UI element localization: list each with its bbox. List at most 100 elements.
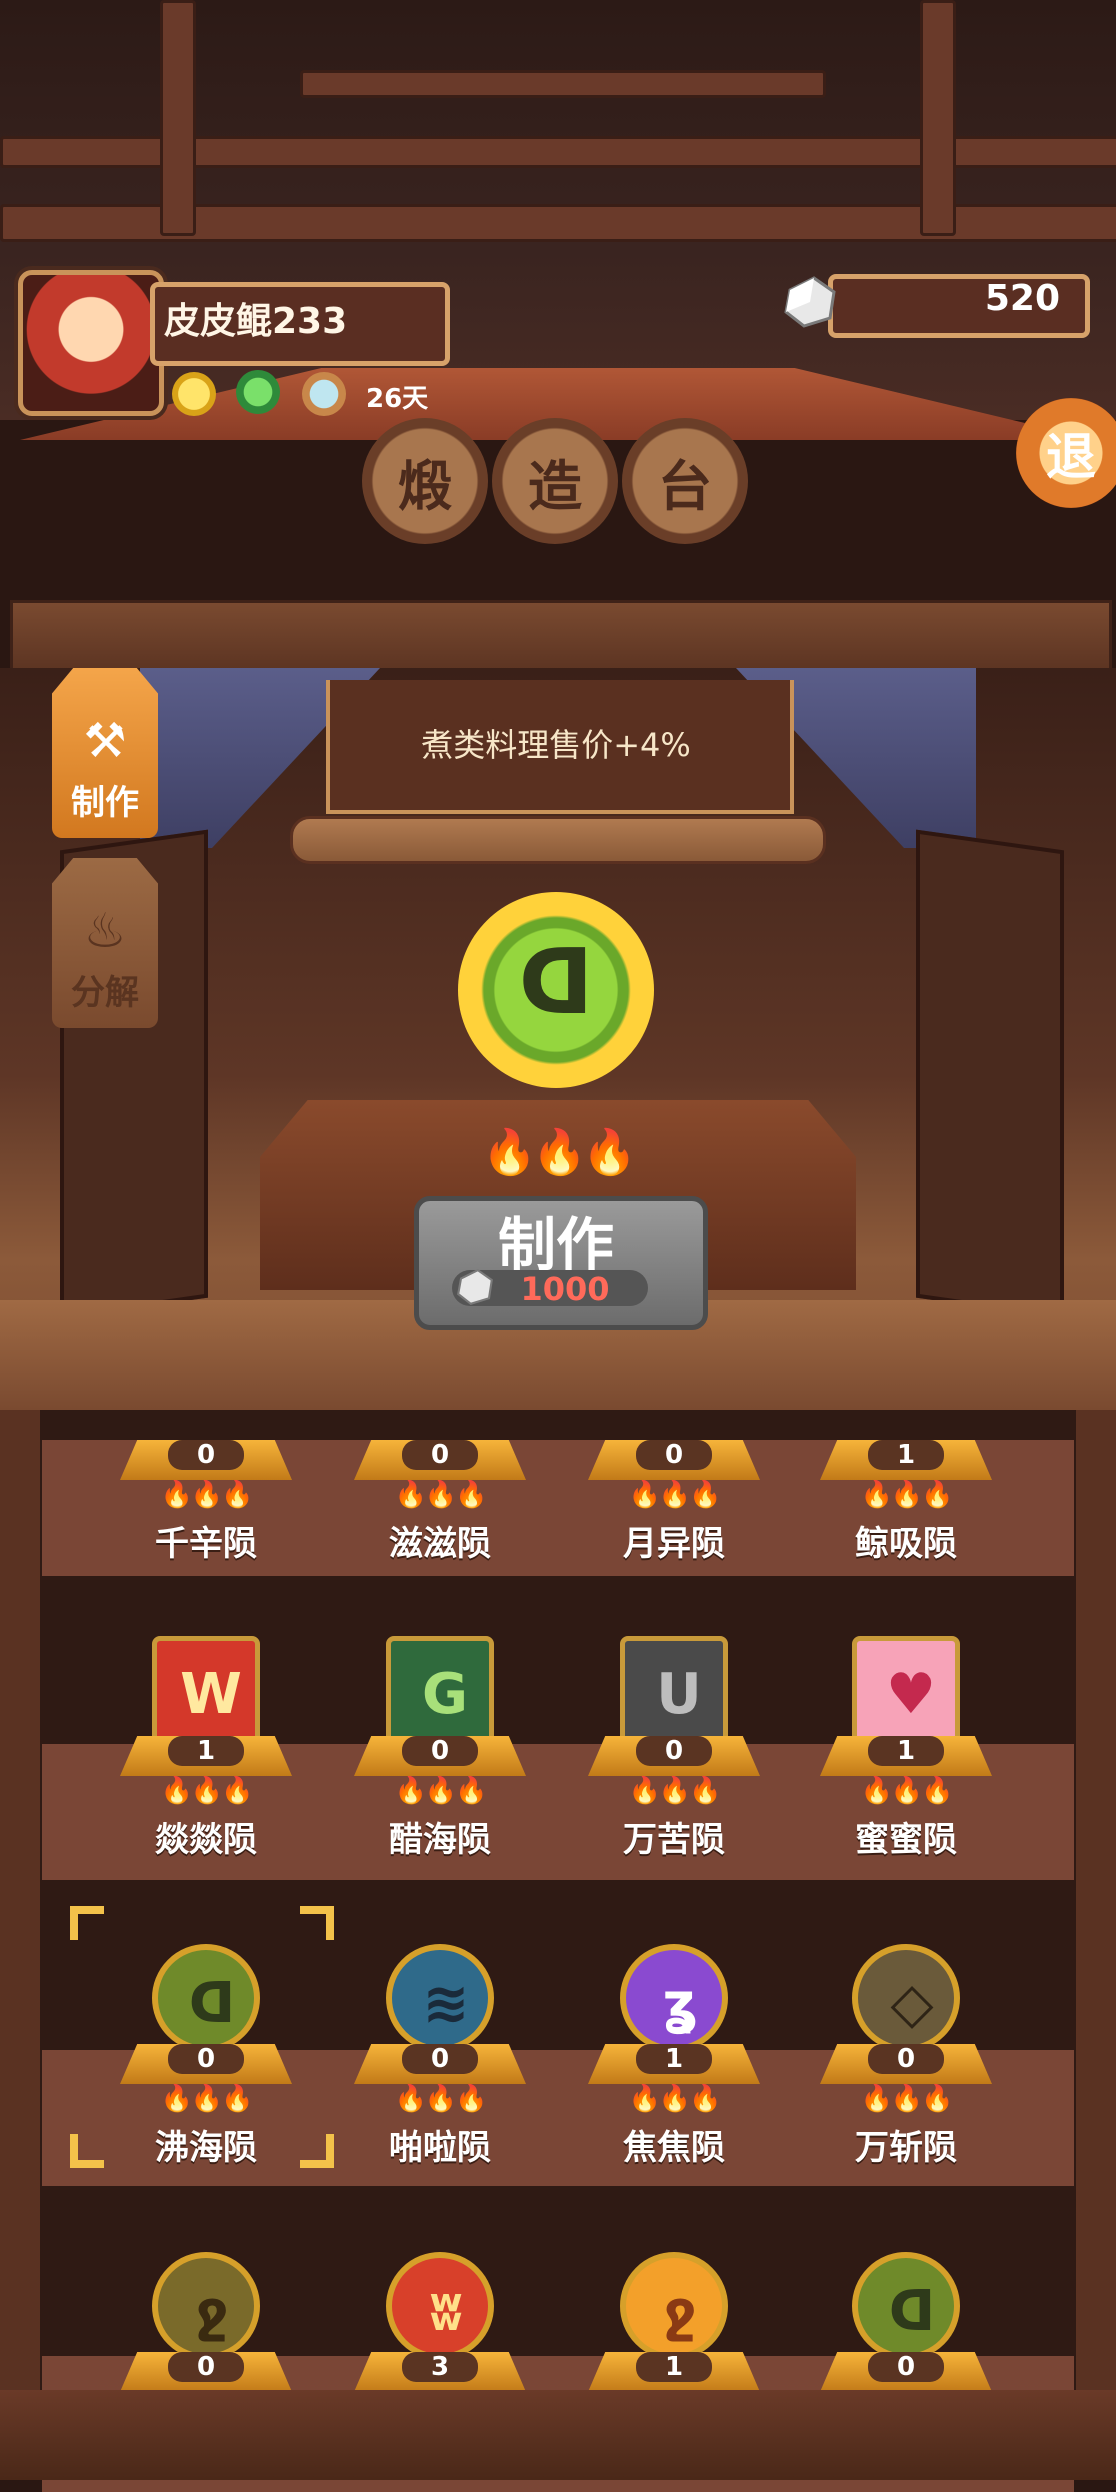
item-glyph: ʓ — [662, 1971, 698, 2036]
item-slot[interactable]: ʓ 1 🔥🔥🔥 焦焦陨 — [574, 1944, 774, 2174]
item-count: 0 — [868, 2044, 944, 2074]
title-token: 煅 — [362, 418, 488, 544]
item-fire-level: 🔥🔥🔥 — [160, 2084, 253, 2114]
item-slot[interactable]: ᗡ 0 🔥🔥🔥 沸海陨 — [70, 1906, 334, 2174]
tab-make-label: 制作 — [71, 783, 139, 823]
item-name: 万斩陨 — [855, 2128, 957, 2168]
item-icon: ◇ — [852, 1944, 960, 2052]
selection-corner — [70, 1906, 104, 1940]
item-fire-level: 🔥🔥🔥 — [160, 1776, 253, 1806]
bonus-scroll-bar — [290, 816, 826, 864]
item-count: 3 — [402, 2352, 478, 2382]
selected-item-glyph: ᗡ — [518, 930, 594, 1035]
item-count: 1 — [636, 2044, 712, 2074]
coin-buff-icon[interactable] — [172, 372, 216, 416]
item-icon: ♥ — [852, 1636, 960, 1744]
item-count: 0 — [168, 1440, 244, 1470]
item-icon: ᗡ — [152, 1944, 260, 2052]
buff-days-remaining: 26天 — [366, 384, 429, 414]
grid-frame-left — [0, 1410, 40, 2480]
item-count: 0 — [168, 2044, 244, 2074]
item-slot[interactable]: 0 🔥🔥🔥 滋滋陨 — [340, 1340, 540, 1570]
selection-corner — [70, 2134, 104, 2168]
item-count: 1 — [636, 2352, 712, 2382]
ceiling-post — [920, 0, 956, 236]
bowl-buff-icon[interactable] — [302, 372, 346, 416]
item-name: 万苦陨 — [623, 1820, 725, 1860]
item-name: 焦焦陨 — [623, 2128, 725, 2168]
fire-level-icon: 🔥 — [482, 1127, 537, 1178]
item-slot[interactable]: W 1 🔥🔥🔥 燚燚陨 — [106, 1636, 306, 1866]
player-avatar[interactable] — [18, 270, 164, 416]
item-name: 啪啦陨 — [389, 2128, 491, 2168]
item-fire-level: 🔥🔥🔥 — [628, 1480, 721, 1510]
item-name: 千辛陨 — [155, 1524, 257, 1564]
item-icon: ʬ — [386, 2252, 494, 2360]
item-icon: U — [620, 1636, 728, 1744]
item-glyph: W — [180, 1662, 242, 1727]
item-fire-level: 🔥🔥🔥 — [628, 2084, 721, 2114]
item-slot[interactable]: G 0 🔥🔥🔥 醋海陨 — [340, 1636, 540, 1866]
item-count: 0 — [168, 2352, 244, 2382]
roof-lintel — [10, 600, 1112, 674]
item-name: 鲸吸陨 — [855, 1524, 957, 1564]
tab-make[interactable]: ⚒ 制作 — [52, 668, 158, 838]
item-count: 0 — [402, 1440, 478, 1470]
item-count: 0 — [402, 1736, 478, 1766]
item-glyph: ♥ — [885, 1662, 937, 1727]
item-fire-level: 🔥🔥🔥 — [860, 1776, 953, 1806]
item-icon: ջ — [152, 2252, 260, 2360]
item-count: 1 — [168, 1736, 244, 1766]
item-name: 滋滋陨 — [389, 1524, 491, 1564]
bottom-frame — [0, 2390, 1116, 2480]
item-fire-level: 🔥🔥🔥 — [394, 1480, 487, 1510]
title-token: 造 — [492, 418, 618, 544]
grid-frame-right — [1076, 1410, 1116, 2480]
item-glyph: G — [422, 1662, 468, 1727]
item-glyph: ʬ — [429, 2279, 463, 2344]
item-name: 月异陨 — [623, 1524, 725, 1564]
item-glyph: ᗡ — [888, 2279, 936, 2344]
item-name: 蜜蜜陨 — [855, 1820, 957, 1860]
stone-icon — [784, 276, 836, 328]
item-slot[interactable]: U 0 🔥🔥🔥 万苦陨 — [574, 1636, 774, 1866]
item-icon: G — [386, 1636, 494, 1744]
bonus-text: 煮类料理售价+4% — [421, 726, 691, 764]
item-fire-level: 🔥🔥🔥 — [160, 1480, 253, 1510]
item-name: 醋海陨 — [389, 1820, 491, 1860]
item-slot[interactable]: ♥ 1 🔥🔥🔥 蜜蜜陨 — [806, 1636, 1006, 1866]
item-fire-level: 🔥🔥🔥 — [394, 1776, 487, 1806]
exit-button[interactable]: 退 — [1016, 398, 1116, 508]
player-name: 皮皮鲲233 — [164, 301, 348, 342]
craft-cost: 1000 — [520, 1270, 610, 1308]
item-slot[interactable]: ≋ 0 🔥🔥🔥 啪啦陨 — [340, 1944, 540, 2174]
tab-decompose[interactable]: ♨ 分解 — [52, 858, 158, 1028]
item-glyph: ≋ — [422, 1971, 470, 2036]
item-icon: ջ — [620, 2252, 728, 2360]
item-glyph: ◇ — [890, 1971, 934, 2036]
item-slot[interactable]: 0 🔥🔥🔥 千辛陨 — [106, 1340, 306, 1570]
jade-buff-icon[interactable] — [236, 370, 280, 414]
item-fire-level: 🔥🔥🔥 — [860, 2084, 953, 2114]
item-count: 0 — [636, 1736, 712, 1766]
item-slot[interactable]: 0 🔥🔥🔥 月异陨 — [574, 1340, 774, 1570]
title-token: 台 — [622, 418, 748, 544]
item-glyph: ᗡ — [188, 1971, 236, 2036]
item-icon: ʓ — [620, 1944, 728, 2052]
item-slot[interactable]: 1 🔥🔥🔥 鲸吸陨 — [806, 1340, 1006, 1570]
item-fire-level: 🔥🔥🔥 — [628, 1776, 721, 1806]
item-slot[interactable]: ◇ 0 🔥🔥🔥 万斩陨 — [806, 1944, 1006, 2174]
ceiling-post — [160, 0, 196, 236]
selection-corner — [300, 1906, 334, 1940]
stone-icon — [457, 1268, 493, 1305]
right-door — [916, 829, 1064, 1319]
item-count: 0 — [636, 1440, 712, 1470]
item-name: 沸海陨 — [155, 2128, 257, 2168]
item-glyph: ջ — [663, 2279, 697, 2344]
item-icon: ᗡ — [852, 2252, 960, 2360]
item-fire-level: 🔥🔥🔥 — [394, 2084, 487, 2114]
ceiling-crossbeam — [300, 70, 826, 98]
item-fire-level: 🔥🔥🔥 — [860, 1480, 953, 1510]
selection-corner — [300, 2134, 334, 2168]
item-count: 0 — [868, 2352, 944, 2382]
